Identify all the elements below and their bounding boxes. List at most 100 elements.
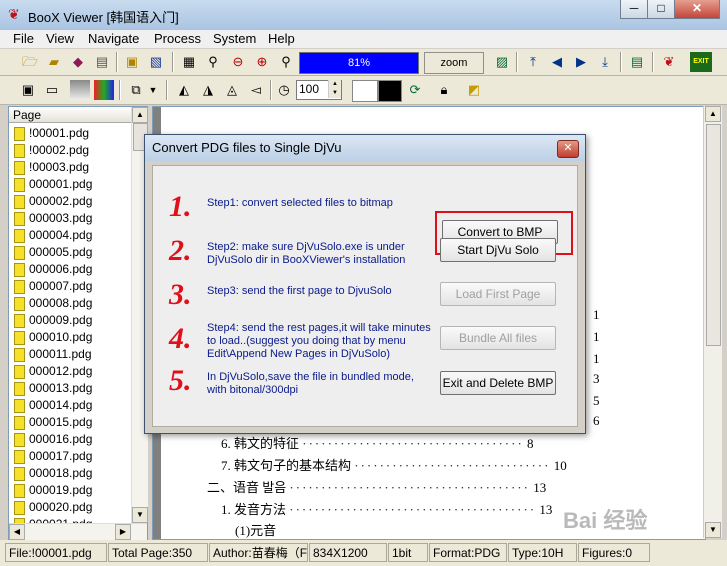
grayscale-icon[interactable] bbox=[70, 80, 90, 100]
minimize-button[interactable]: ─ bbox=[620, 0, 648, 19]
page-filename: 000020.pdg bbox=[29, 500, 93, 514]
color-icon[interactable] bbox=[94, 80, 114, 100]
last-page-icon[interactable]: ⤓ bbox=[595, 52, 615, 72]
open-folder-icon[interactable]: 🗁 bbox=[20, 52, 40, 72]
scroll-up-icon[interactable]: ▲ bbox=[705, 106, 721, 122]
page-list-item[interactable]: 000010.pdg bbox=[9, 329, 133, 346]
rotate-icon[interactable]: ◅ bbox=[246, 80, 266, 100]
load-first-page-button[interactable]: Load First Page bbox=[440, 282, 556, 306]
start-djvu-solo-button[interactable]: Start DjVu Solo bbox=[440, 238, 556, 262]
document-vscrollbar[interactable]: ▲ ▼ bbox=[703, 106, 722, 538]
toc-entry: 二、语音 발음 ································… bbox=[207, 480, 547, 495]
page-list-item[interactable]: 000003.pdg bbox=[9, 210, 133, 227]
status-dimensions: 834X1200 bbox=[309, 543, 387, 562]
page-list-item[interactable]: 000011.pdg bbox=[9, 346, 133, 363]
note-icon[interactable]: ◩ bbox=[464, 80, 484, 100]
file-icon bbox=[14, 144, 25, 158]
zoom-fit-icon[interactable]: ⚲ bbox=[276, 52, 296, 72]
exit-icon[interactable]: EXIT bbox=[690, 52, 712, 72]
page-list-item[interactable]: 000019.pdg bbox=[9, 482, 133, 499]
menu-process[interactable]: Process bbox=[154, 31, 201, 46]
scroll-left-icon[interactable]: ◀ bbox=[9, 524, 25, 540]
zoom-in-icon[interactable]: ⊕ bbox=[252, 52, 272, 72]
scroll-thumb[interactable] bbox=[706, 124, 721, 346]
book-icon[interactable]: ◆ bbox=[68, 52, 88, 72]
magnifier-icon[interactable]: ⚲ bbox=[203, 52, 223, 72]
color-swatch-white[interactable] bbox=[352, 80, 378, 102]
page-list-item[interactable]: 000015.pdg bbox=[9, 414, 133, 431]
title-bar: ❦ BooX Viewer [韩国语入门] ─ □ ✕ bbox=[0, 0, 727, 30]
exit-and-delete-bmp-button[interactable]: Exit and Delete BMP bbox=[440, 371, 556, 395]
page-list-item[interactable]: 000009.pdg bbox=[9, 312, 133, 329]
page-list-item[interactable]: 000004.pdg bbox=[9, 227, 133, 244]
first-page-icon[interactable]: ⤒ bbox=[523, 52, 543, 72]
page-list-item[interactable]: !00001.pdg bbox=[9, 125, 133, 142]
page-filename: 000007.pdg bbox=[29, 279, 93, 293]
maximize-button[interactable]: □ bbox=[647, 0, 675, 19]
page-list-item[interactable]: 000014.pdg bbox=[9, 397, 133, 414]
export-icon[interactable]: ▣ bbox=[122, 52, 142, 72]
scroll-down-icon[interactable]: ▼ bbox=[705, 522, 721, 538]
timer-icon[interactable]: ◷ bbox=[274, 80, 294, 100]
color-swatch-black[interactable] bbox=[378, 80, 402, 102]
checker-icon[interactable]: ▦ bbox=[179, 52, 199, 72]
scroll-down-icon[interactable]: ▼ bbox=[132, 507, 148, 523]
page-list-item[interactable]: 000008.pdg bbox=[9, 295, 133, 312]
page-filename: 000014.pdg bbox=[29, 398, 93, 412]
page-list-item[interactable]: 000020.pdg bbox=[9, 499, 133, 516]
zoom-progress-bar: 81% bbox=[299, 52, 419, 74]
page-list-item[interactable]: 000016.pdg bbox=[9, 431, 133, 448]
menu-system[interactable]: System bbox=[213, 31, 256, 46]
window-icon[interactable]: ▭ bbox=[42, 80, 62, 100]
bundle-all-files-button[interactable]: Bundle All files bbox=[440, 326, 556, 350]
page-list-item[interactable]: 000017.pdg bbox=[9, 448, 133, 465]
mirror-icon[interactable]: ◬ bbox=[222, 80, 242, 100]
close-button[interactable]: ✕ bbox=[674, 0, 720, 19]
next-page-icon[interactable]: ▶ bbox=[571, 52, 591, 72]
page-filename: 000011.pdg bbox=[29, 347, 92, 361]
file-icon bbox=[14, 501, 25, 515]
paw-icon[interactable]: ❦ bbox=[659, 52, 679, 72]
page-filename: 000005.pdg bbox=[29, 245, 93, 259]
zoom-value-input[interactable] bbox=[297, 81, 329, 97]
page-list-item[interactable]: 000018.pdg bbox=[9, 465, 133, 482]
page-list-item[interactable]: 000006.pdg bbox=[9, 261, 133, 278]
page-list-item[interactable]: 000007.pdg bbox=[9, 278, 133, 295]
step-number: 5. bbox=[169, 364, 192, 397]
page-list-item[interactable]: 000001.pdg bbox=[9, 176, 133, 193]
page-list-item[interactable]: 000021.pdg bbox=[9, 516, 133, 523]
flip-left-icon[interactable]: ◭ bbox=[174, 80, 194, 100]
menu-help[interactable]: Help bbox=[268, 31, 295, 46]
refresh-icon[interactable]: ⟳ bbox=[405, 80, 425, 100]
page-list-item[interactable]: !00003.pdg bbox=[9, 159, 133, 176]
copy-icon[interactable]: ⧉ bbox=[126, 80, 146, 100]
image-icon[interactable]: ▨ bbox=[492, 52, 512, 72]
folder-up-icon[interactable]: ▰ bbox=[44, 52, 64, 72]
page-list-item[interactable]: 000013.pdg bbox=[9, 380, 133, 397]
dialog-close-button[interactable]: ✕ bbox=[557, 140, 579, 158]
zoom-spinner[interactable]: ▲ ▼ bbox=[328, 80, 341, 98]
menu-file[interactable]: File bbox=[13, 31, 34, 46]
prev-page-icon[interactable]: ◀ bbox=[547, 52, 567, 72]
page-list-item[interactable]: 000005.pdg bbox=[9, 244, 133, 261]
zoom-out-icon[interactable]: ⊖ bbox=[228, 52, 248, 72]
import-icon[interactable]: ▧ bbox=[146, 52, 166, 72]
page-column-header[interactable]: Page bbox=[9, 107, 131, 123]
scroll-right-icon[interactable]: ▶ bbox=[115, 524, 131, 540]
page-list-item[interactable]: !00002.pdg bbox=[9, 142, 133, 159]
zoom-button[interactable]: zoom bbox=[424, 52, 484, 74]
page-list-item[interactable]: 000002.pdg bbox=[9, 193, 133, 210]
menu-view[interactable]: View bbox=[46, 31, 74, 46]
toolbar-separator bbox=[652, 52, 654, 72]
document-icon[interactable]: ▤ bbox=[627, 52, 647, 72]
print-icon[interactable]: ▤ bbox=[92, 52, 112, 72]
page-list-hscrollbar[interactable]: ◀ ▶ bbox=[9, 523, 147, 540]
page-list-item[interactable]: 000012.pdg bbox=[9, 363, 133, 380]
chevron-down-icon[interactable]: ▼ bbox=[146, 80, 160, 100]
lock-icon[interactable]: 🔒︎ bbox=[434, 80, 454, 100]
menu-navigate[interactable]: Navigate bbox=[88, 31, 139, 46]
page-view-icon[interactable]: ▣ bbox=[18, 80, 38, 100]
file-icon bbox=[14, 365, 25, 379]
flip-right-icon[interactable]: ◮ bbox=[198, 80, 218, 100]
scroll-up-icon[interactable]: ▲ bbox=[132, 107, 148, 123]
